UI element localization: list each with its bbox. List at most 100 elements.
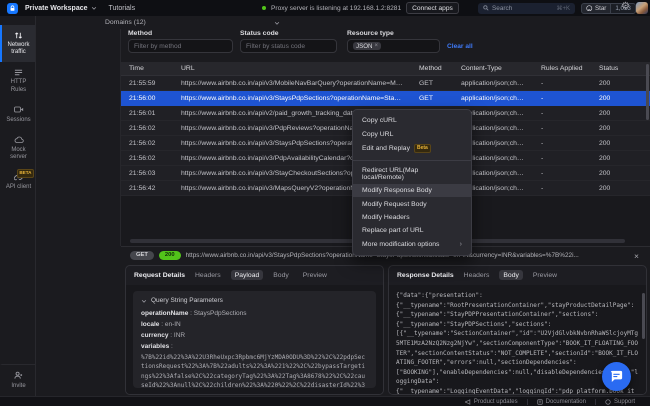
method-filter-input[interactable]: Filter by method bbox=[128, 39, 233, 53]
search-input[interactable]: Search ⌘+K bbox=[478, 3, 575, 14]
cell-status: 200 bbox=[591, 155, 644, 162]
col-header-method[interactable]: Method bbox=[411, 65, 453, 72]
menu-item-label: More modification options bbox=[362, 241, 439, 248]
menu-item-modify-headers[interactable]: Modify Headers bbox=[353, 211, 471, 224]
cell-rules: - bbox=[533, 80, 591, 87]
query-string-section-title: Query String Parameters bbox=[151, 297, 223, 304]
sidebar-item-label: HTTP Rules bbox=[3, 79, 34, 93]
search-shortcut: ⌘+K bbox=[556, 5, 570, 12]
menu-item-edit-and-replay[interactable]: Edit and Replay Beta bbox=[353, 141, 471, 157]
tab-response-headers[interactable]: Headers bbox=[460, 270, 494, 280]
sidebar-item-mock-server[interactable]: Mock server bbox=[0, 130, 35, 167]
cell-time: 21:56:02 bbox=[121, 155, 173, 162]
sidebar-item-api-client[interactable]: BETA API client bbox=[0, 167, 35, 197]
status-filter-input[interactable]: Filter by status code bbox=[240, 39, 337, 53]
sidebar-item-sessions[interactable]: Sessions bbox=[0, 100, 35, 130]
cell-content-type: application/json;charset... bbox=[453, 80, 533, 87]
row-context-menu: Copy cURL Copy URL Edit and Replay Beta … bbox=[352, 109, 472, 256]
support-chat-button[interactable] bbox=[602, 362, 631, 391]
status-filter-placeholder: Filter by status code bbox=[246, 43, 305, 50]
close-icon[interactable]: × bbox=[632, 251, 641, 261]
traffic-arrows-icon bbox=[14, 30, 23, 40]
query-string-section-header[interactable]: Query String Parameters bbox=[141, 297, 368, 304]
menu-item-modify-response-body[interactable]: Modify Response Body bbox=[353, 184, 471, 197]
cell-rules: - bbox=[533, 170, 591, 177]
chevron-down-icon bbox=[141, 298, 147, 304]
sidebar-item-invite[interactable]: Invite bbox=[0, 364, 35, 396]
tab-response-preview[interactable]: Preview bbox=[529, 270, 561, 280]
param-row: locale : en-IN bbox=[141, 319, 368, 330]
cell-method: GET bbox=[411, 80, 453, 87]
support-link[interactable]: Support bbox=[596, 399, 644, 405]
response-scrollbar[interactable] bbox=[642, 293, 645, 339]
cell-time: 21:56:02 bbox=[121, 125, 173, 132]
menu-item-copy-url[interactable]: Copy URL bbox=[353, 127, 471, 140]
sidebar-item-http-rules[interactable]: HTTP Rules bbox=[0, 62, 35, 99]
menu-item-replace-part-of-url[interactable]: Replace part of URL bbox=[353, 224, 471, 237]
app-logo[interactable] bbox=[7, 3, 18, 14]
col-header-rules-applied[interactable]: Rules Applied bbox=[533, 65, 591, 72]
table-vertical-scrollbar[interactable] bbox=[646, 64, 649, 120]
proxy-status-text: Proxy server is listening at 192.168.1.2… bbox=[271, 5, 401, 12]
cell-rules: - bbox=[533, 140, 591, 147]
cell-status: 200 bbox=[591, 140, 644, 147]
cell-time: 21:56:03 bbox=[121, 170, 173, 177]
user-avatar[interactable] bbox=[636, 2, 648, 14]
resource-filter-label: Resource type bbox=[347, 30, 394, 37]
tutorials-link[interactable]: Tutorials bbox=[109, 5, 136, 12]
beta-badge: BETA bbox=[17, 169, 34, 177]
cell-content-type: application/json;charset... bbox=[453, 95, 533, 102]
gear-icon[interactable]: ⚙ bbox=[621, 1, 630, 12]
table-header-row: Time URL Method Content-Type Rules Appli… bbox=[121, 62, 650, 76]
app-footer: Product updates Documentation Support bbox=[0, 396, 650, 406]
sidebar-item-network-traffic[interactable]: Network traffic bbox=[0, 25, 35, 62]
param-value: StaysPdpSections bbox=[194, 310, 247, 317]
tab-response-body[interactable]: Body bbox=[499, 270, 523, 280]
menu-item-copy-curl[interactable]: Copy cURL bbox=[353, 114, 471, 127]
menu-item-more-modification-options[interactable]: More modification options › bbox=[353, 238, 471, 251]
remove-tag-icon[interactable]: × bbox=[375, 43, 379, 49]
table-row-selected[interactable]: 21:56:00 https://www.airbnb.co.in/api/v3… bbox=[121, 91, 650, 106]
connect-apps-button[interactable]: Connect apps bbox=[406, 2, 459, 14]
tab-request-payload[interactable]: Payload bbox=[231, 270, 264, 280]
col-header-url[interactable]: URL bbox=[173, 65, 411, 72]
col-header-status[interactable]: Status bbox=[591, 65, 644, 72]
domains-label: Domains (12) bbox=[105, 19, 146, 26]
workspace-switcher[interactable]: Private Workspace bbox=[25, 5, 97, 12]
clear-all-filters-button[interactable]: Clear all bbox=[447, 43, 473, 50]
table-row[interactable]: 21:55:59 https://www.airbnb.co.in/api/v3… bbox=[121, 76, 650, 91]
param-key: locale bbox=[141, 321, 159, 328]
resource-filter-tag[interactable]: JSON × bbox=[353, 42, 381, 50]
request-detail-panel: GET 200 https://www.airbnb.co.in/api/v3/… bbox=[121, 246, 650, 396]
sidebar-item-label: Invite bbox=[11, 383, 25, 390]
help-circle-icon bbox=[605, 399, 611, 405]
domains-panel-header[interactable]: Domains (12) bbox=[96, 16, 286, 29]
cell-time: 21:56:00 bbox=[121, 95, 173, 102]
cell-url: https://www.airbnb.co.in/api/v3/MobileNa… bbox=[173, 80, 411, 87]
param-value: INR bbox=[174, 332, 185, 339]
documentation-link[interactable]: Documentation bbox=[528, 399, 595, 405]
menu-item-redirect-url[interactable]: Redirect URL(Map local/Remote) bbox=[353, 164, 471, 184]
request-details-pane: Request Details Headers Payload Body Pre… bbox=[125, 265, 384, 395]
tab-request-body[interactable]: Body bbox=[269, 270, 293, 280]
cell-status: 200 bbox=[591, 95, 644, 102]
resource-filter-input[interactable]: JSON × bbox=[347, 39, 440, 53]
tab-request-preview[interactable]: Preview bbox=[299, 270, 331, 280]
col-header-time[interactable]: Time bbox=[121, 65, 173, 72]
workspace-name: Private Workspace bbox=[25, 5, 88, 12]
tab-request-headers[interactable]: Headers bbox=[191, 270, 225, 280]
cell-rules: - bbox=[533, 155, 591, 162]
chevron-down-icon bbox=[274, 20, 280, 26]
param-row: currency : INR bbox=[141, 330, 368, 341]
megaphone-icon bbox=[465, 399, 471, 405]
cell-time: 21:55:59 bbox=[121, 80, 173, 87]
param-key: operationName bbox=[141, 310, 188, 317]
proxy-online-dot-icon bbox=[262, 6, 266, 10]
menu-item-modify-request-body[interactable]: Modify Request Body bbox=[353, 197, 471, 210]
col-header-content-type[interactable]: Content-Type bbox=[453, 65, 533, 72]
person-plus-icon bbox=[14, 371, 23, 381]
request-pane-header: Request Details Headers Payload Body Pre… bbox=[126, 266, 383, 284]
footer-link-label: Support bbox=[614, 399, 635, 405]
param-value: en-IN bbox=[165, 321, 181, 328]
product-updates-link[interactable]: Product updates bbox=[456, 399, 527, 405]
